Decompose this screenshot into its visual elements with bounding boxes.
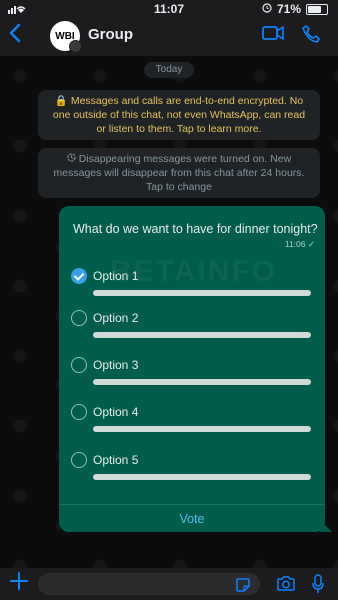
poll-option-label: Option 2 bbox=[93, 311, 139, 325]
sent-check-icon: ✓ bbox=[307, 239, 315, 249]
disappearing-notice[interactable]: Disappearing messages were turned on. Ne… bbox=[38, 148, 320, 198]
status-right: 71% bbox=[262, 2, 328, 16]
vote-progress-bar bbox=[93, 474, 311, 480]
poll-option-4[interactable]: Option 4 bbox=[71, 404, 315, 444]
phone-call-icon[interactable] bbox=[302, 25, 320, 48]
encryption-notice[interactable]: 🔒 Messages and calls are end-to-end encr… bbox=[38, 90, 320, 140]
poll-option-3[interactable]: Option 3 bbox=[71, 357, 315, 397]
poll-option-label: Option 4 bbox=[93, 405, 139, 419]
back-chevron-icon[interactable] bbox=[8, 22, 22, 50]
battery-percent: 71% bbox=[276, 2, 301, 16]
date-chip: Today bbox=[144, 62, 194, 78]
timer-icon bbox=[67, 153, 79, 165]
poll-divider bbox=[59, 504, 325, 505]
status-bar: 11:07 71% bbox=[0, 0, 338, 18]
vote-progress-bar bbox=[93, 332, 311, 338]
chat-header: WBI Group bbox=[0, 18, 338, 56]
radio-unchecked-icon[interactable] bbox=[71, 404, 87, 420]
timer-badge-icon bbox=[69, 40, 82, 53]
radio-unchecked-icon[interactable] bbox=[71, 452, 87, 468]
video-call-icon[interactable] bbox=[262, 25, 284, 46]
chat-title[interactable]: Group bbox=[88, 26, 133, 43]
battery-icon bbox=[306, 3, 328, 15]
camera-icon[interactable] bbox=[277, 576, 295, 596]
poll-option-1[interactable]: Option 1 bbox=[71, 268, 315, 308]
message-input[interactable] bbox=[38, 573, 260, 595]
sticker-icon[interactable] bbox=[236, 578, 250, 597]
attach-plus-icon[interactable] bbox=[10, 570, 28, 596]
message-time: 11:06 ✓ bbox=[285, 239, 315, 250]
lock-icon: 🔒 bbox=[54, 95, 68, 107]
vote-button[interactable]: Vote bbox=[59, 512, 325, 526]
disappearing-notice-text: Disappearing messages were turned on. Ne… bbox=[53, 153, 305, 193]
vote-progress-bar bbox=[93, 426, 311, 432]
poll-question: What do we want to have for dinner tonig… bbox=[73, 222, 318, 236]
group-avatar[interactable]: WBI bbox=[50, 21, 82, 53]
radio-checked-icon[interactable] bbox=[71, 268, 87, 284]
vote-progress-bar bbox=[93, 379, 311, 385]
poll-bubble: What do we want to have for dinner tonig… bbox=[59, 206, 325, 532]
message-time-text: 11:06 bbox=[284, 239, 306, 249]
poll-option-label: Option 1 bbox=[93, 269, 139, 283]
poll-option-label: Option 5 bbox=[93, 453, 139, 467]
vote-progress-bar bbox=[93, 290, 311, 296]
radio-unchecked-icon[interactable] bbox=[71, 310, 87, 326]
encryption-notice-text: Messages and calls are end-to-end encryp… bbox=[52, 95, 306, 135]
microphone-icon[interactable] bbox=[312, 574, 324, 599]
poll-option-2[interactable]: Option 2 bbox=[71, 310, 315, 350]
poll-option-5[interactable]: Option 5 bbox=[71, 452, 315, 492]
poll-option-label: Option 3 bbox=[93, 358, 139, 372]
alarm-icon bbox=[262, 2, 272, 16]
message-input-bar bbox=[0, 568, 338, 600]
radio-unchecked-icon[interactable] bbox=[71, 357, 87, 373]
